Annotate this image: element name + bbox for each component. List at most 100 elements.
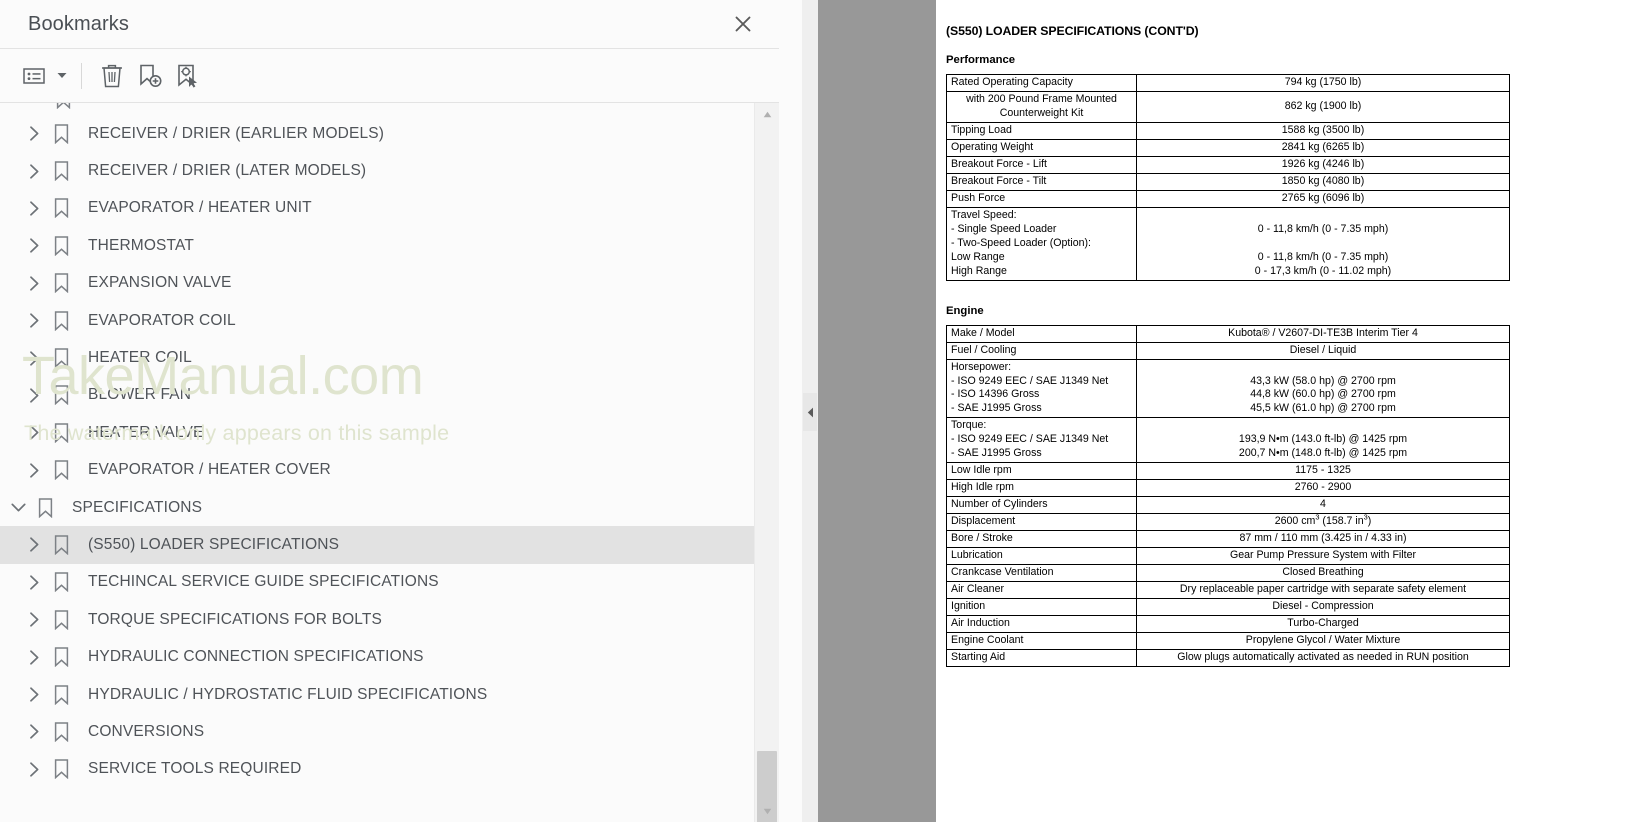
bookmarks-toolbar xyxy=(0,48,779,103)
bookmark-item[interactable]: (S550) LOADER SPECIFICATIONS xyxy=(0,526,755,564)
spec-value: 862 kg (1900 lb) xyxy=(1136,90,1510,123)
bookmark-add-icon[interactable] xyxy=(133,59,167,93)
bookmark-item-label: EVAPORATOR COIL xyxy=(88,311,236,329)
table-row: Make / Model Kubota® / V2607-DI-TE3B Inte… xyxy=(946,324,1510,343)
chevron-right-icon[interactable] xyxy=(22,383,46,407)
bookmarks-list-container: RECEIVER / DRIER (EARLIER MODELS) RECEIVE… xyxy=(0,103,779,822)
close-icon[interactable] xyxy=(728,9,758,39)
spec-key: High Idle rpm xyxy=(946,479,1137,498)
pdf-viewer[interactable]: (S550) LOADER SPECIFICATIONS (CONT'D) Pe… xyxy=(936,0,1637,822)
spec-value: 1850 kg (4080 lb) xyxy=(1136,172,1510,191)
bookmarks-header: Bookmarks xyxy=(0,0,802,48)
table-row: Rated Operating Capacity 794 kg (1750 lb) xyxy=(946,74,1510,92)
chevron-right-icon[interactable] xyxy=(22,234,46,258)
collapse-left-arrow-icon[interactable] xyxy=(803,393,817,431)
table-row: Travel Speed: - Single Speed Loader - Tw… xyxy=(946,206,1510,281)
spec-key: Make / Model xyxy=(946,324,1137,343)
table-row: Low Idle rpm 1175 - 1325 xyxy=(946,462,1510,481)
spec-value: 2841 kg (6265 lb) xyxy=(1136,138,1510,157)
trash-icon[interactable] xyxy=(95,59,129,93)
bookmark-item[interactable]: EVAPORATOR / HEATER COVER xyxy=(0,452,755,489)
chevron-right-icon[interactable] xyxy=(22,271,46,295)
bookmark-item-label: TORQUE SPECIFICATIONS FOR BOLTS xyxy=(88,610,383,628)
bookmark-item[interactable]: EVAPORATOR COIL xyxy=(0,302,755,339)
bookmark-item-label: EXPANSION VALVE xyxy=(88,274,232,292)
bookmark-item[interactable]: SPECIFICATIONS xyxy=(0,489,755,526)
chevron-right-icon[interactable] xyxy=(22,757,46,781)
bookmark-item[interactable]: THERMOSTAT xyxy=(0,227,755,264)
spec-table: Rated Operating Capacity 794 kg (1750 lb)… xyxy=(946,74,1510,281)
table-row: Breakout Force - Tilt 1850 kg (4080 lb) xyxy=(946,172,1510,191)
bookmark-target-icon[interactable] xyxy=(171,59,205,93)
spec-value: Diesel / Liquid xyxy=(1136,341,1510,360)
bookmark-item[interactable]: EVAPORATOR / HEATER UNIT xyxy=(0,190,755,227)
chevron-right-icon[interactable] xyxy=(22,196,46,220)
partial-row-top xyxy=(0,103,755,115)
chevron-right-icon[interactable] xyxy=(22,159,46,183)
spec-key: Crankcase Ventilation xyxy=(946,564,1137,583)
bookmark-item-label: CONVERSIONS xyxy=(88,722,205,740)
bookmark-icon xyxy=(48,757,74,781)
chevron-right-icon[interactable] xyxy=(22,608,46,632)
spec-key: Rated Operating Capacity xyxy=(946,74,1137,92)
bookmarks-scrollbar[interactable] xyxy=(754,103,779,822)
chevron-right-icon[interactable] xyxy=(22,346,46,370)
spec-value: 43,3 kW (58.0 hp) @ 2700 rpm 44,8 kW (60… xyxy=(1136,358,1510,419)
bookmark-icon xyxy=(48,383,74,407)
table-row: Starting Aid Glow plugs automatically act… xyxy=(946,648,1510,667)
bookmark-item[interactable]: TORQUE SPECIFICATIONS FOR BOLTS xyxy=(0,601,755,638)
spec-key: Air Cleaner xyxy=(946,581,1137,600)
bookmark-item-label: HYDRAULIC CONNECTION SPECIFICATIONS xyxy=(88,648,424,666)
scroll-down-arrow-icon[interactable] xyxy=(755,800,779,822)
panel-divider[interactable] xyxy=(802,0,818,822)
bookmark-item[interactable]: CONVERSIONS xyxy=(0,713,755,750)
chevron-right-icon[interactable] xyxy=(22,533,46,557)
bookmark-item-label: HEATER COIL xyxy=(88,349,192,367)
chevron-right-icon[interactable] xyxy=(22,720,46,744)
chevron-right-icon[interactable] xyxy=(22,458,46,482)
bookmark-item[interactable]: HEATER VALVE xyxy=(0,414,755,451)
pdf-reader-window: Bookmarks RECEIVER / DRIER (EARLIER MODE… xyxy=(0,0,1637,822)
chevron-right-icon[interactable] xyxy=(22,683,46,707)
toolbar-divider xyxy=(81,62,82,89)
table-row: Breakout Force - Lift 1926 kg (4246 lb) xyxy=(946,155,1510,174)
table-row: Engine Coolant Propylene Glycol / Water M… xyxy=(946,632,1510,650)
spec-key: Fuel / Cooling xyxy=(946,341,1137,360)
spec-key: Lubrication xyxy=(946,547,1137,566)
spec-value: Gear Pump Pressure System with Filter xyxy=(1136,547,1510,566)
chevron-down-icon[interactable] xyxy=(55,61,69,91)
spec-value: 794 kg (1750 lb) xyxy=(1136,74,1510,92)
bookmark-item-label: (S550) LOADER SPECIFICATIONS xyxy=(88,535,340,553)
spec-key: with 200 Pound Frame Mounted Counterweig… xyxy=(946,90,1137,123)
chevron-right-icon[interactable] xyxy=(22,122,46,146)
bookmark-item-label: THERMOSTAT xyxy=(88,236,194,254)
chevron-right-icon[interactable] xyxy=(22,570,46,594)
spec-key: Bore / Stroke xyxy=(946,530,1137,549)
table-row: Displacement 2600 cm3 (158.7 in3) xyxy=(946,513,1510,532)
bookmark-item[interactable]: EXPANSION VALVE xyxy=(0,265,755,302)
chevron-right-icon[interactable] xyxy=(22,421,46,445)
table-row: Torque: - ISO 9249 EEC / SAE J1349 Net -… xyxy=(946,417,1510,464)
bookmark-item[interactable]: BLOWER FAN xyxy=(0,377,755,414)
chevron-down-icon[interactable] xyxy=(6,496,30,520)
bookmark-item[interactable]: TECHINCAL SERVICE GUIDE SPECIFICATIONS xyxy=(0,564,755,601)
bookmark-icon xyxy=(48,159,74,183)
table-row: High Idle rpm 2760 - 2900 xyxy=(946,479,1510,498)
spec-value: 193,9 N•m (143.0 ft-lb) @ 1425 rpm 200,7… xyxy=(1136,417,1510,464)
scroll-up-arrow-icon[interactable] xyxy=(755,103,779,125)
chevron-right-icon[interactable] xyxy=(22,645,46,669)
chevron-right-icon[interactable] xyxy=(22,309,46,333)
bookmark-item[interactable]: HEATER COIL xyxy=(0,339,755,376)
bookmark-item[interactable]: HYDRAULIC / HYDROSTATIC FLUID SPECIFICAT… xyxy=(0,676,755,713)
bookmark-item[interactable]: RECEIVER / DRIER (LATER MODELS) xyxy=(0,152,755,189)
table-row: Number of Cylinders 4 xyxy=(946,496,1510,515)
bookmark-item[interactable]: HYDRAULIC CONNECTION SPECIFICATIONS xyxy=(0,638,755,675)
bookmark-item[interactable]: SERVICE TOOLS REQUIRED xyxy=(0,751,755,788)
bookmark-icon xyxy=(48,122,74,146)
list-options-icon[interactable] xyxy=(17,59,51,93)
spec-key: Ignition xyxy=(946,598,1137,617)
table-row: Air Cleaner Dry replaceable paper cartrid… xyxy=(946,581,1510,600)
table-row: Operating Weight 2841 kg (6265 lb) xyxy=(946,138,1510,157)
bookmark-item-label: HEATER VALVE xyxy=(88,423,204,441)
bookmark-item[interactable]: RECEIVER / DRIER (EARLIER MODELS) xyxy=(0,115,755,152)
